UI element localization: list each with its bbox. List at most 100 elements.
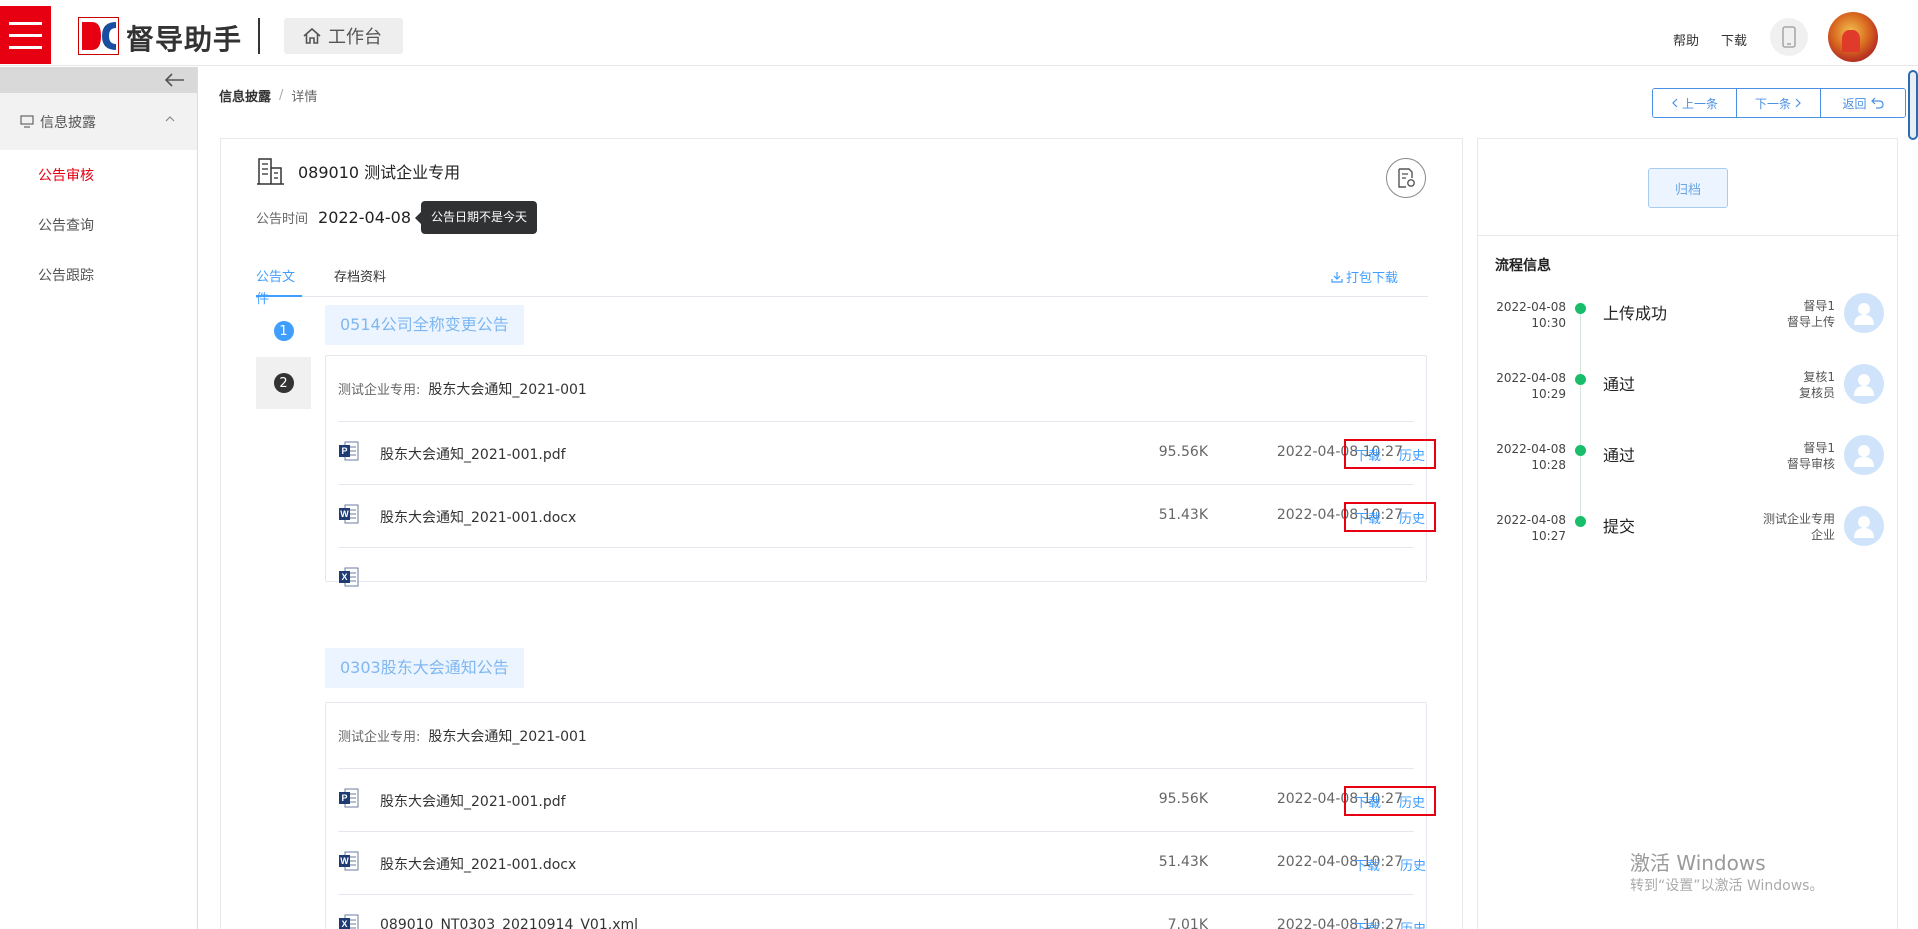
section-title: 0303股东大会通知公告 [325,648,524,688]
phone-icon [1782,26,1796,48]
sidebar-collapse-button[interactable] [0,67,197,93]
svg-text:W: W [340,856,349,866]
workbench-label: 工作台 [328,27,382,48]
monitor-icon [20,115,34,128]
file-list-box: 测试企业专用: 股东大会通知_2021-001 P 股东大会通知_2021-00… [325,702,1436,929]
breadcrumb: 信息披露 / 详情 [219,86,317,105]
workbench-button[interactable]: 工作台 [284,18,403,54]
xml-file-icon: X [338,913,360,929]
file-name: 089010_NT0303_20210914_V01.xml [380,917,639,929]
timeline-item: 2022-04-08 10:30 上传成功 督导1 督导上传 [1478,293,1899,353]
document-search-icon [1398,168,1415,188]
history-link[interactable]: 历史 [1400,918,1426,929]
download-icon [1331,271,1343,283]
process-panel: 归档 流程信息 2022-04-08 10:30 上传成功 督导1 督导上传 202… [1477,138,1899,929]
sidebar-item-review[interactable]: 公告审核 [0,150,197,200]
back-button[interactable]: 返回 [1821,89,1905,117]
step-1[interactable]: 1 [256,305,311,357]
history-link[interactable]: 历史 [1399,445,1425,464]
section-steps: 1 2 [256,305,311,410]
company-row: 089010 测试企业专用 [256,156,460,186]
breadcrumb-root[interactable]: 信息披露 [219,86,271,105]
file-name: 股东大会通知_2021-001.pdf [380,447,566,463]
flow-info-title: 流程信息 [1495,258,1551,274]
sidebar-group-label: 信息披露 [40,114,96,131]
pdf-file-icon: P [338,440,360,466]
top-header: 督导助手 工作台 帮助 下载 [0,0,1918,66]
svg-text:X: X [341,919,347,929]
file-size: 95.56K [1158,791,1208,807]
scrollbar-thumb[interactable] [1908,70,1918,140]
file-size: 95.56K [1158,444,1208,460]
timeline-dot [1575,445,1586,456]
chevron-up-icon [165,116,175,122]
timeline-status: 通过 [1603,375,1636,394]
sidebar: 信息披露 公告审核 公告查询 公告跟踪 [0,67,198,929]
download-link[interactable]: 下载 [1355,792,1381,811]
file-name: 股东大会通知_2021-001.pdf [380,794,566,810]
timeline-status: 上传成功 [1603,304,1668,323]
file-actions: 下载 历史 [1344,849,1436,879]
next-record-button[interactable]: 下一条 [1737,89,1821,117]
brand-name: 督导助手 [126,23,243,56]
download-link[interactable]: 下载 [1721,30,1747,49]
svg-text:P: P [341,793,347,803]
file-actions-highlighted: 下载 历史 [1344,786,1436,816]
announcement-time-row: 公告时间 2022-04-08 公告日期不是今天 [256,201,538,234]
file-row: W 股东大会通知_2021-001.docx 51.43K 2022-04-08… [338,485,1436,548]
download-link[interactable]: 下载 [1354,918,1380,929]
svg-text:W: W [340,509,349,519]
file-size: 51.43K [1158,854,1208,870]
building-icon [257,158,284,185]
file-actions-highlighted: 下载 历史 [1344,439,1436,469]
history-link[interactable]: 历史 [1400,855,1426,874]
prev-record-button[interactable]: 上一条 [1653,89,1737,117]
timeline-dot [1575,516,1586,527]
file-row: P 股东大会通知_2021-001.pdf 95.56K 2022-04-08 … [338,769,1436,832]
user-avatar[interactable] [1828,12,1878,62]
archive-log-button[interactable] [1386,158,1426,198]
word-file-icon: W [338,850,360,876]
timeline-dot [1575,374,1586,385]
xml-file-icon: X [338,566,360,592]
tab-archive-materials[interactable]: 存档资料 [334,267,386,297]
history-link[interactable]: 历史 [1399,508,1425,527]
announcement-time-value: 2022-04-08 [318,208,411,227]
pack-download-button[interactable]: 打包下载 [1331,267,1398,286]
file-row: P 股东大会通知_2021-001.pdf 95.56K 2022-04-08 … [338,422,1436,485]
hamburger-icon [9,21,42,25]
download-link[interactable]: 下载 [1355,445,1381,464]
help-link[interactable]: 帮助 [1673,30,1699,49]
sidebar-group-info-disclosure[interactable]: 信息披露 [0,93,197,150]
box-header: 测试企业专用: 股东大会通知_2021-001 [338,356,1414,422]
announcement-time-label: 公告时间 [256,212,309,227]
archive-button[interactable]: 归档 [1648,168,1728,208]
tab-announcement-files[interactable]: 公告文件 [256,267,302,307]
step-2[interactable]: 2 [256,357,311,409]
download-link[interactable]: 下载 [1355,508,1381,527]
file-row: X 089010_NT0303_20210914_V01.xml 7.01K 2… [338,895,1426,929]
file-actions-highlighted: 下载 历史 [1344,502,1436,532]
sidebar-item-query[interactable]: 公告查询 [0,200,197,250]
file-actions: 下载 历史 [1344,912,1436,929]
download-link[interactable]: 下载 [1354,855,1380,874]
user-avatar-icon [1844,506,1884,546]
breadcrumb-current: 详情 [291,90,318,105]
sidebar-item-tracking[interactable]: 公告跟踪 [0,250,197,300]
svg-text:X: X [341,572,347,582]
windows-activation-subtext: 转到“设置”以激活 Windows。 [1630,878,1824,894]
announcement-detail-panel: 089010 测试企业专用 公告时间 2022-04-08 公告日期不是今天 公… [220,138,1463,929]
menu-toggle-button[interactable] [0,6,51,64]
mobile-button[interactable] [1770,18,1808,56]
history-link[interactable]: 历史 [1399,792,1425,811]
home-icon [303,27,321,44]
arrow-left-icon [165,73,184,87]
timeline-dot [1575,303,1586,314]
record-navigation: 上一条 下一条 返回 [1652,88,1906,118]
timeline-status: 提交 [1603,517,1636,536]
timeline-item: 2022-04-08 10:28 通过 督导1 督导审核 [1478,435,1899,495]
chevron-left-icon [1672,98,1678,108]
undo-icon [1870,97,1884,109]
file-name: 股东大会通知_2021-001.docx [380,510,577,526]
header-divider [258,18,260,54]
